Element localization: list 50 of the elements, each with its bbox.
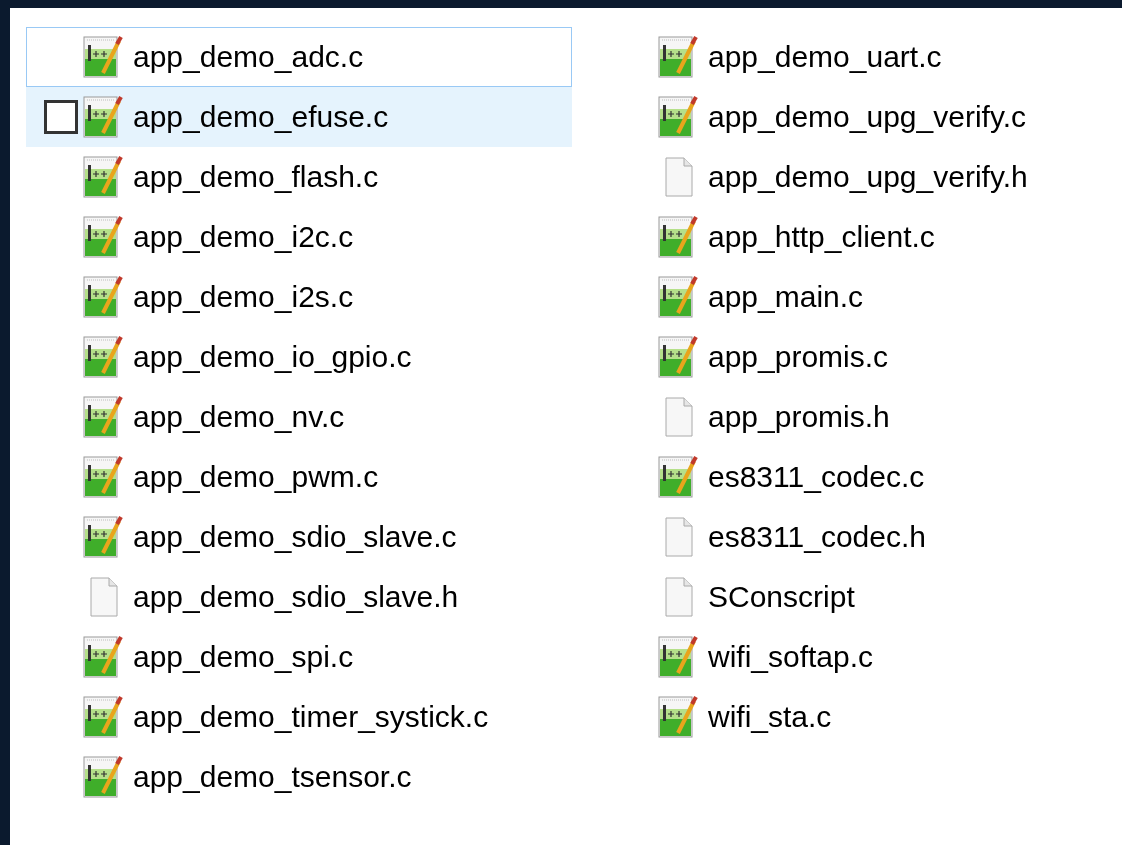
file-item[interactable]: es8311_codec.h	[601, 507, 1101, 567]
file-item[interactable]: es8311_codec.c	[601, 447, 1101, 507]
file-item[interactable]: app_http_client.c	[601, 207, 1101, 267]
file-name: app_main.c	[708, 280, 864, 314]
file-name: app_demo_sdio_slave.h	[133, 580, 459, 614]
file-name: wifi_softap.c	[708, 640, 874, 674]
file-item[interactable]: app_demo_tsensor.c	[26, 747, 572, 807]
file-item[interactable]: app_promis.h	[601, 387, 1101, 447]
file-item[interactable]: app_demo_sdio_slave.h	[26, 567, 572, 627]
file-name: app_http_client.c	[708, 220, 935, 254]
checkbox[interactable]	[44, 100, 78, 134]
file-name: app_demo_timer_systick.c	[133, 700, 489, 734]
file-name: es8311_codec.h	[708, 520, 926, 554]
file-name: app_demo_upg_verify.h	[708, 160, 1028, 194]
file-item[interactable]: wifi_sta.c	[601, 687, 1101, 747]
file-item[interactable]: app_demo_sdio_slave.c	[26, 507, 572, 567]
file-name: app_demo_i2c.c	[133, 220, 354, 254]
file-item[interactable]: app_demo_flash.c	[26, 147, 572, 207]
file-name: app_demo_uart.c	[708, 40, 942, 74]
file-name: app_demo_tsensor.c	[133, 760, 412, 794]
file-item[interactable]: app_demo_upg_verify.h	[601, 147, 1101, 207]
file-name: app_demo_sdio_slave.c	[133, 520, 457, 554]
file-name: app_promis.h	[708, 400, 890, 434]
file-name: app_demo_i2s.c	[133, 280, 354, 314]
file-item[interactable]: SConscript	[601, 567, 1101, 627]
file-item[interactable]: app_demo_nv.c	[26, 387, 572, 447]
file-name: wifi_sta.c	[708, 700, 832, 734]
file-name: app_promis.c	[708, 340, 889, 374]
file-item[interactable]: app_demo_uart.c	[601, 27, 1101, 87]
file-item[interactable]: app_demo_io_gpio.c	[26, 327, 572, 387]
file-name: app_demo_adc.c	[133, 40, 364, 74]
file-item[interactable]: app_demo_upg_verify.c	[601, 87, 1101, 147]
file-name: app_demo_spi.c	[133, 640, 354, 674]
file-item[interactable]: app_promis.c	[601, 327, 1101, 387]
file-item[interactable]: app_demo_spi.c	[26, 627, 572, 687]
file-item[interactable]: app_demo_i2c.c	[26, 207, 572, 267]
file-name: app_demo_upg_verify.c	[708, 100, 1026, 134]
file-item[interactable]: app_demo_timer_systick.c	[26, 687, 572, 747]
file-item[interactable]: app_main.c	[601, 267, 1101, 327]
file-name: SConscript	[708, 580, 855, 614]
file-name: app_demo_efuse.c	[133, 100, 389, 134]
file-item[interactable]: app_demo_efuse.c	[26, 87, 572, 147]
file-name: app_demo_pwm.c	[133, 460, 379, 494]
file-item[interactable]: app_demo_pwm.c	[26, 447, 572, 507]
file-name: app_demo_io_gpio.c	[133, 340, 412, 374]
file-item[interactable]: app_demo_i2s.c	[26, 267, 572, 327]
file-name: es8311_codec.c	[708, 460, 925, 494]
file-name: app_demo_flash.c	[133, 160, 379, 194]
file-item[interactable]: wifi_softap.c	[601, 627, 1101, 687]
file-name: app_demo_nv.c	[133, 400, 345, 434]
